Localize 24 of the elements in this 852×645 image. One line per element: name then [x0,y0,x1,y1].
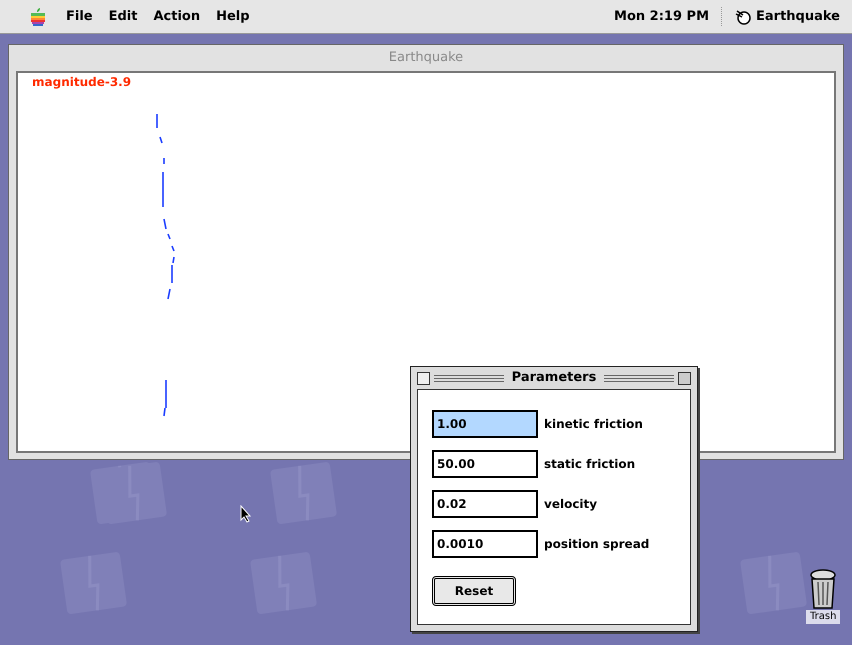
menu-item[interactable]: Help [216,6,250,26]
menu-item[interactable]: Edit [108,6,138,26]
pointer-icon [240,505,252,523]
number-field[interactable]: 0.0010 [432,530,538,558]
magnitude-label: magnitude-3.9 [32,74,132,91]
window-title: Parameters [510,369,598,388]
number-field[interactable]: 0.02 [432,490,538,518]
window-title: Earthquake [388,49,464,68]
menu-clock: Mon 2:19 PM [614,6,722,26]
field-label: position spread [544,536,650,553]
hand-icon[interactable] [734,8,752,26]
field-label: static friction [544,456,636,473]
reset-button[interactable]: Reset [432,576,516,606]
number-field[interactable]: 1.00 [432,410,538,438]
apple-logo-icon[interactable] [30,8,46,26]
menu-item[interactable]: File [66,6,93,26]
close-box[interactable] [417,372,430,384]
trash-label: Trash [806,610,840,624]
number-field[interactable]: 50.00 [432,450,538,478]
application-menu[interactable]: Earthquake [756,6,840,26]
field-label: kinetic friction [544,416,643,433]
collapse-box[interactable] [678,372,691,384]
menu-item[interactable]: Action [153,6,200,26]
field-label: velocity [544,496,598,513]
